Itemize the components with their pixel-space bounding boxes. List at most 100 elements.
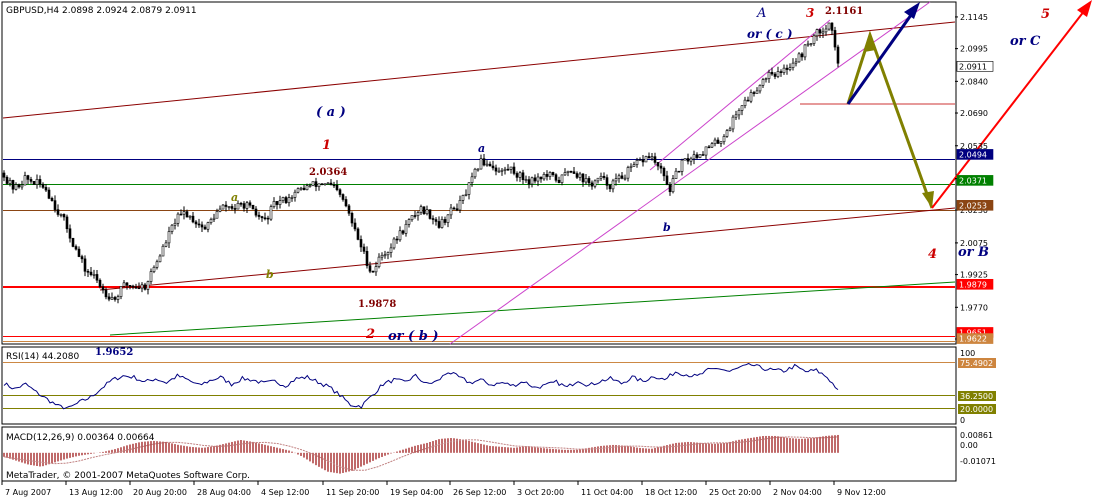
price-bar-body-24 [74, 246, 78, 250]
rsi-axis-0: 0 [960, 416, 965, 425]
price-bar-body-186 [560, 174, 564, 183]
price-bar-body-88 [266, 217, 270, 220]
price-bar-body-5 [17, 184, 21, 188]
price-bar-body-4 [14, 184, 18, 190]
price-bar-body-259 [779, 71, 783, 73]
price-bar-body-167 [503, 168, 507, 171]
price-bar-body-153 [461, 195, 465, 201]
price-bar-body-258 [776, 71, 780, 77]
price-bar-body-236 [710, 143, 714, 148]
price-bar-body-202 [608, 185, 612, 190]
price-bar-body-255 [767, 71, 771, 79]
price-bar-body-254 [764, 78, 768, 80]
price-bar-body-252 [758, 84, 762, 92]
price-bar-body-113 [341, 194, 345, 200]
price-bar-body-139 [419, 206, 423, 213]
price-bar-body-250 [752, 92, 756, 94]
price-bar-body-261 [785, 67, 789, 70]
price-bar-body-83 [251, 204, 255, 210]
wave-label-a-paren: ( a ) [316, 105, 346, 120]
price-bar-body-213 [641, 159, 645, 163]
price-tick-label-7: 2.0075 [960, 239, 988, 248]
price-bar-body-132 [398, 230, 402, 241]
price-bar-body-148 [446, 214, 450, 223]
price-tick-label-2: 2.0840 [960, 77, 988, 86]
price-bar-body-190 [572, 171, 576, 174]
price-bar-body-197 [593, 180, 597, 187]
price-bar-body-2 [8, 180, 12, 184]
price-bar-body-81 [245, 202, 249, 209]
price-bar-body-96 [290, 197, 294, 199]
price-bar-body-165 [497, 170, 501, 173]
price-bar-body-266 [800, 53, 804, 58]
price-bar-body-87 [263, 217, 267, 220]
price-bar-body-86 [260, 216, 264, 219]
price-bar-body-84 [254, 208, 258, 216]
price-bar-body-241 [725, 130, 729, 137]
price-bar-body-265 [797, 53, 801, 63]
price-tick-label-0: 2.1145 [960, 13, 988, 22]
wave-label-or-c: or ( c ) [747, 27, 793, 41]
price-bar-body-187 [563, 172, 567, 176]
price-bar-body-14 [44, 187, 48, 191]
price-bar-body-90 [272, 201, 276, 207]
price-bar-body-216 [650, 156, 654, 159]
price-bar-body-69 [209, 219, 213, 223]
price-bar-body-1 [5, 176, 9, 184]
price-bar-body-141 [425, 209, 429, 215]
date-tick-label-1: 13 Aug 12:00 [69, 488, 123, 497]
price-bar-body-256 [770, 71, 774, 75]
price-bar-body-117 [353, 222, 357, 230]
price-bar-body-227 [683, 158, 687, 161]
price-bar-body-40 [122, 282, 126, 287]
price-bar-body-30 [92, 274, 96, 276]
price-bar-body-131 [395, 238, 399, 241]
price-bar-body-3 [11, 180, 15, 190]
price-tick-label-9: 1.9770 [960, 303, 988, 312]
price-bar-body-27 [83, 258, 87, 272]
price-bar-body-248 [746, 99, 750, 102]
price-bar-body-228 [686, 158, 690, 162]
price-bar-body-15 [47, 189, 51, 199]
value-label-2.1161: 2.1161 [825, 6, 863, 17]
price-bar-body-18 [56, 209, 60, 215]
price-bar-body-112 [338, 189, 342, 195]
price-tag-6: 1.9622 [959, 335, 987, 344]
wave-label-b-olive: b [266, 268, 274, 281]
price-bar-body-99 [299, 187, 303, 190]
price-bar-body-12 [38, 179, 42, 185]
date-tick-label-13: 9 Nov 12:00 [837, 488, 886, 497]
instrument-header: GBPUSD,H4 2.0898 2.0924 2.0879 2.0911 [6, 6, 197, 16]
price-bar-body-208 [626, 167, 630, 179]
price-bar-body-115 [347, 205, 351, 214]
price-bar-body-130 [392, 238, 396, 249]
price-bar-body-120 [362, 246, 366, 252]
price-bar-body-53 [161, 245, 165, 257]
rsi-axis-75: 75.4902 [960, 359, 993, 368]
date-tick-label-3: 28 Aug 04:00 [197, 488, 251, 497]
price-bar-body-196 [590, 182, 594, 187]
price-bar-body-239 [719, 141, 723, 144]
price-bar-body-149 [449, 207, 453, 216]
price-bar-body-79 [239, 202, 243, 205]
price-bar-body-218 [656, 162, 660, 167]
wave-label-or-b: or ( b ) [388, 329, 439, 344]
price-bar-body-23 [71, 237, 75, 247]
price-bar-body-176 [530, 177, 534, 185]
price-bar-body-276 [830, 22, 834, 31]
macd-axis-bottom: -0.01071 [960, 457, 996, 466]
price-bar-body-108 [326, 182, 330, 185]
price-tag-0: 2.0911 [959, 62, 987, 71]
price-bar-body-251 [755, 90, 759, 94]
price-bar-body-230 [692, 154, 696, 160]
price-bar-body-76 [230, 206, 234, 209]
price-bar-body-94 [284, 197, 288, 204]
price-tick-label-3: 2.0690 [960, 109, 988, 118]
price-bar-body-32 [98, 279, 102, 288]
price-bar-body-169 [509, 166, 513, 170]
price-bar-body-180 [542, 174, 546, 180]
wave-label-2: 2 [365, 327, 375, 342]
price-bar-body-127 [383, 254, 387, 257]
price-bar-body-174 [524, 179, 528, 181]
price-bar-body-193 [581, 173, 585, 183]
